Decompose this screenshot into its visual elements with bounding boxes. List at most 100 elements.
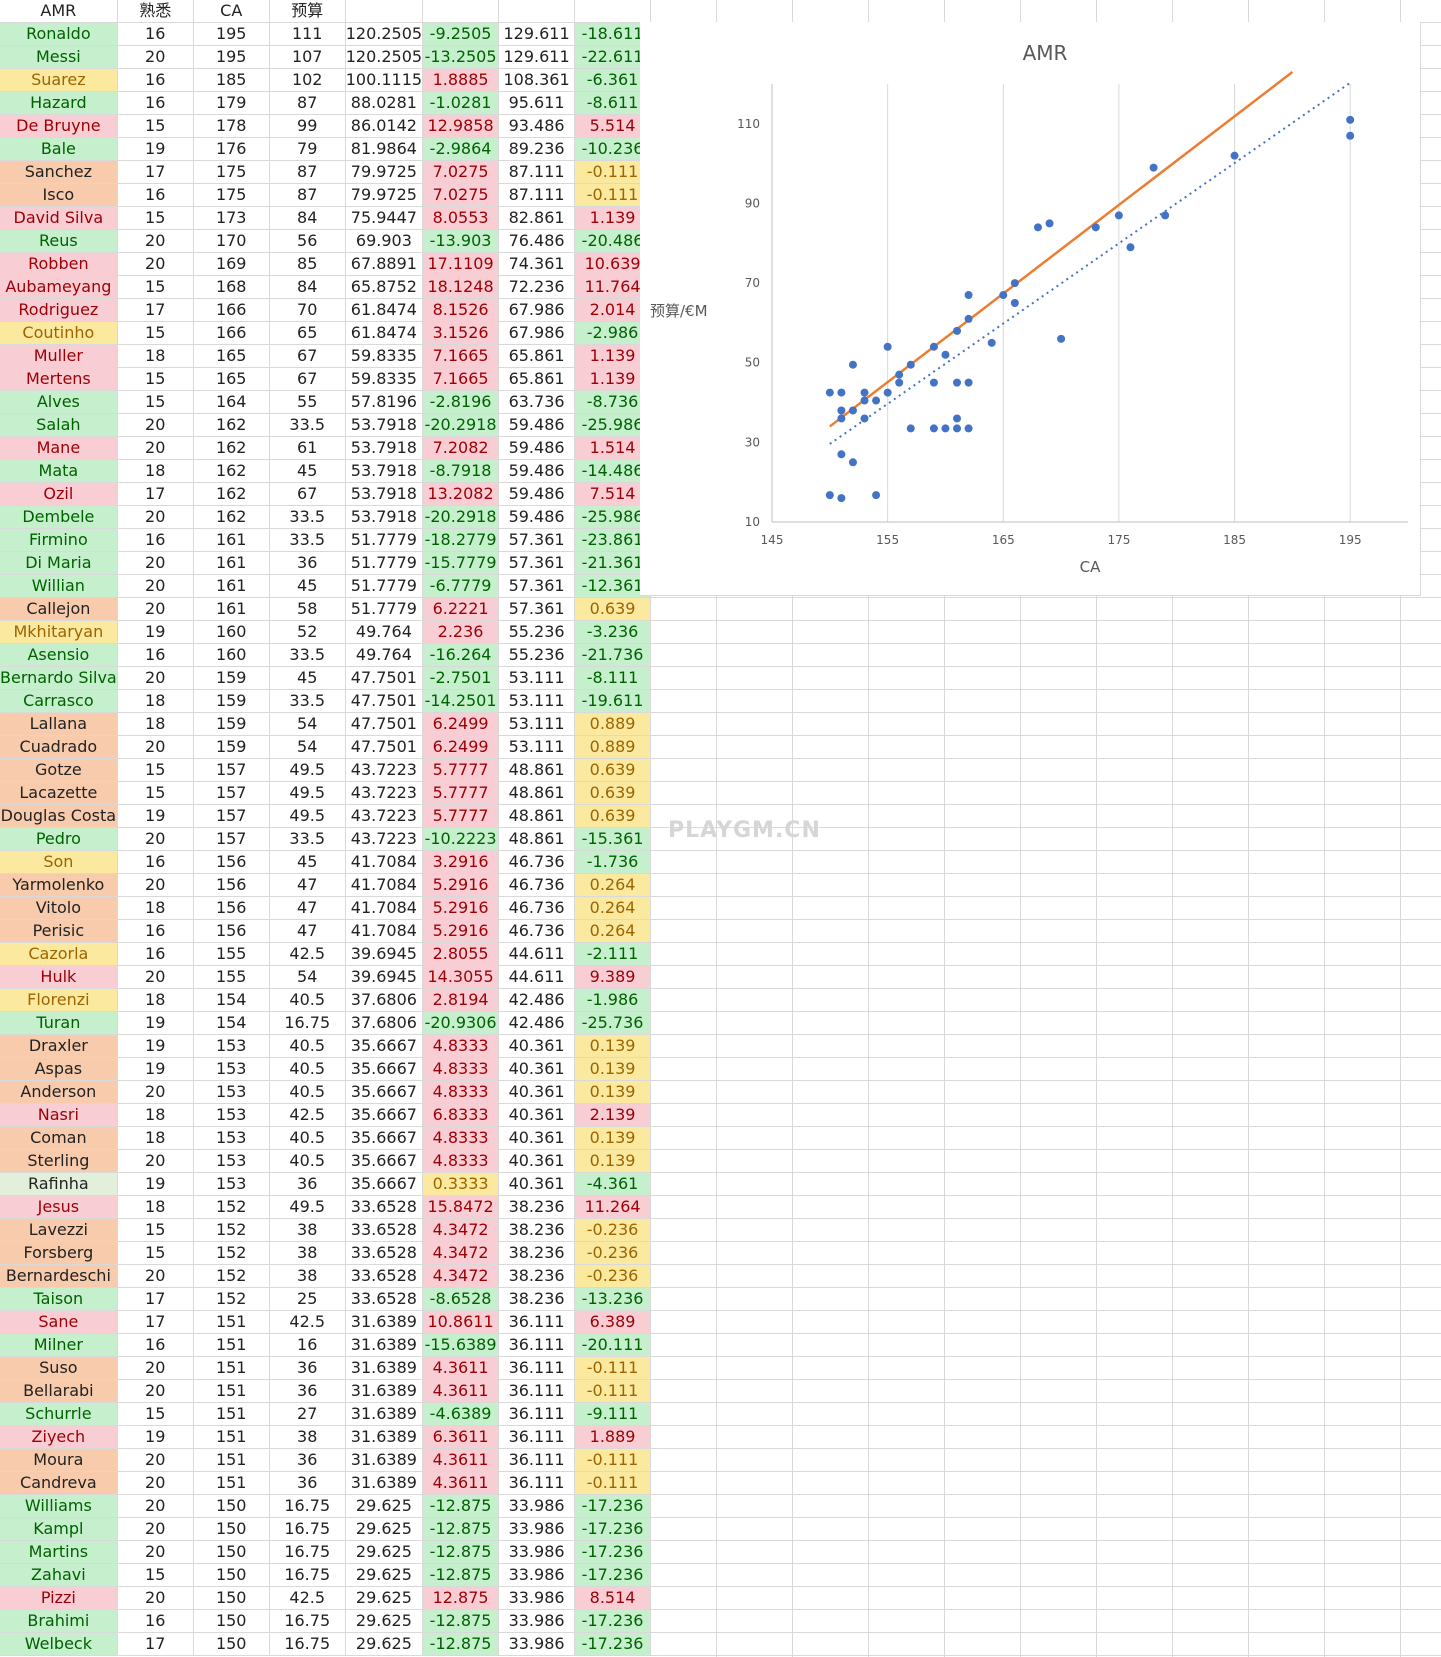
ca-cell[interactable]: 155 (193, 942, 270, 966)
player-name-cell[interactable]: Douglas Costa (0, 804, 118, 828)
predicted-cell[interactable]: 61.8474 (345, 321, 424, 345)
chart-point[interactable] (953, 326, 962, 335)
predicted-cell[interactable]: 120.2505 (345, 45, 424, 69)
diff-cell[interactable]: 15.8472 (422, 1195, 500, 1219)
diff-cell[interactable]: 5.2916 (422, 919, 500, 943)
familiarity-cell[interactable]: 20 (117, 1080, 194, 1104)
diff-2-cell[interactable]: -3.236 (574, 620, 652, 644)
chart-point[interactable] (941, 350, 950, 359)
player-name-cell[interactable]: Brahimi (0, 1609, 118, 1633)
diff-cell[interactable]: -18.2779 (422, 528, 500, 552)
predicted-2-cell[interactable]: 42.486 (498, 988, 576, 1012)
predicted-cell[interactable]: 47.7501 (345, 666, 424, 690)
player-name-cell[interactable]: Isco (0, 183, 118, 207)
player-name-cell[interactable]: Lallana (0, 712, 118, 736)
predicted-cell[interactable]: 39.6945 (345, 942, 424, 966)
predicted-cell[interactable]: 53.7918 (345, 459, 424, 483)
familiarity-cell[interactable]: 20 (117, 1149, 194, 1173)
diff-cell[interactable]: -12.875 (422, 1632, 500, 1656)
diff-2-cell[interactable]: -0.111 (574, 1471, 652, 1495)
ca-cell[interactable]: 156 (193, 896, 270, 920)
player-name-cell[interactable]: Muller (0, 344, 118, 368)
diff-2-cell[interactable]: 6.389 (574, 1310, 652, 1334)
predicted-2-cell[interactable]: 40.361 (498, 1172, 576, 1196)
familiarity-cell[interactable]: 15 (117, 781, 194, 805)
familiarity-cell[interactable]: 16 (117, 942, 194, 966)
ca-cell[interactable]: 161 (193, 551, 270, 575)
chart-point[interactable] (1010, 279, 1019, 288)
predicted-cell[interactable]: 100.1115 (345, 68, 424, 92)
player-name-cell[interactable]: Mertens (0, 367, 118, 391)
player-name-cell[interactable]: Williams (0, 1494, 118, 1518)
budget-cell[interactable]: 38 (269, 1218, 346, 1242)
ca-cell[interactable]: 152 (193, 1264, 270, 1288)
familiarity-cell[interactable]: 20 (117, 1586, 194, 1610)
predicted-cell[interactable]: 51.7779 (345, 597, 424, 621)
predicted-cell[interactable]: 33.6528 (345, 1264, 424, 1288)
predicted-cell[interactable]: 49.764 (345, 620, 424, 644)
budget-cell[interactable]: 40.5 (269, 1149, 346, 1173)
diff-cell[interactable]: -8.7918 (422, 459, 500, 483)
budget-cell[interactable]: 49.5 (269, 781, 346, 805)
diff-cell[interactable]: 2.8194 (422, 988, 500, 1012)
diff-cell[interactable]: -4.6389 (422, 1402, 500, 1426)
player-name-cell[interactable]: Willian (0, 574, 118, 598)
familiarity-cell[interactable]: 15 (117, 1402, 194, 1426)
ca-cell[interactable]: 152 (193, 1218, 270, 1242)
predicted-cell[interactable]: 79.9725 (345, 183, 424, 207)
ca-cell[interactable]: 152 (193, 1287, 270, 1311)
player-name-cell[interactable]: Ziyech (0, 1425, 118, 1449)
ca-cell[interactable]: 165 (193, 367, 270, 391)
diff-cell[interactable]: 6.8333 (422, 1103, 500, 1127)
predicted-2-cell[interactable]: 38.236 (498, 1264, 576, 1288)
player-name-cell[interactable]: Cuadrado (0, 735, 118, 759)
predicted-2-cell[interactable]: 46.736 (498, 873, 576, 897)
familiarity-cell[interactable]: 18 (117, 1126, 194, 1150)
budget-cell[interactable]: 54 (269, 712, 346, 736)
ca-cell[interactable]: 175 (193, 160, 270, 184)
budget-cell[interactable]: 79 (269, 137, 346, 161)
diff-2-cell[interactable]: 0.889 (574, 735, 652, 759)
ca-cell[interactable]: 165 (193, 344, 270, 368)
predicted-2-cell[interactable]: 59.486 (498, 505, 576, 529)
predicted-cell[interactable]: 59.8335 (345, 344, 424, 368)
diff-cell[interactable]: 0.3333 (422, 1172, 500, 1196)
spreadsheet[interactable]: AMR 熟悉 CA 预算 Ronaldo 16 195 111 120.2505 -9.2505 1… (0, 0, 1441, 1657)
predicted-2-cell[interactable]: 40.361 (498, 1126, 576, 1150)
ca-cell[interactable]: 179 (193, 91, 270, 115)
budget-cell[interactable]: 47 (269, 919, 346, 943)
scatter-chart[interactable]: AMR 预算/€M CA 145 155 165 175 185 195 10 30 50 70 9… (640, 22, 1420, 595)
diff-cell[interactable]: 7.0275 (422, 183, 500, 207)
player-name-cell[interactable]: Perisic (0, 919, 118, 943)
diff-2-cell[interactable]: -15.361 (574, 827, 652, 851)
predicted-2-cell[interactable]: 48.861 (498, 758, 576, 782)
player-name-cell[interactable]: Taison (0, 1287, 118, 1311)
predicted-cell[interactable]: 31.6389 (345, 1402, 424, 1426)
diff-2-cell[interactable]: -1.736 (574, 850, 652, 874)
predicted-cell[interactable]: 33.6528 (345, 1241, 424, 1265)
diff-2-cell[interactable]: 0.139 (574, 1126, 652, 1150)
predicted-2-cell[interactable]: 38.236 (498, 1241, 576, 1265)
chart-point[interactable] (929, 342, 938, 351)
predicted-2-cell[interactable]: 44.611 (498, 965, 576, 989)
player-name-cell[interactable]: Martins (0, 1540, 118, 1564)
ca-cell[interactable]: 151 (193, 1425, 270, 1449)
predicted-cell[interactable]: 31.6389 (345, 1356, 424, 1380)
familiarity-cell[interactable]: 15 (117, 114, 194, 138)
ca-cell[interactable]: 166 (193, 298, 270, 322)
diff-cell[interactable]: 2.8055 (422, 942, 500, 966)
predicted-2-cell[interactable]: 40.361 (498, 1080, 576, 1104)
chart-point[interactable] (837, 494, 846, 503)
diff-cell[interactable]: -8.6528 (422, 1287, 500, 1311)
familiarity-cell[interactable]: 16 (117, 1333, 194, 1357)
player-name-cell[interactable]: Jesus (0, 1195, 118, 1219)
player-name-cell[interactable]: Robben (0, 252, 118, 276)
budget-cell[interactable]: 36 (269, 1356, 346, 1380)
diff-cell[interactable]: 17.1109 (422, 252, 500, 276)
predicted-cell[interactable]: 43.7223 (345, 804, 424, 828)
player-name-cell[interactable]: Lacazette (0, 781, 118, 805)
familiarity-cell[interactable]: 16 (117, 68, 194, 92)
diff-2-cell[interactable]: -2.111 (574, 942, 652, 966)
player-name-cell[interactable]: Reus (0, 229, 118, 253)
predicted-cell[interactable]: 53.7918 (345, 505, 424, 529)
